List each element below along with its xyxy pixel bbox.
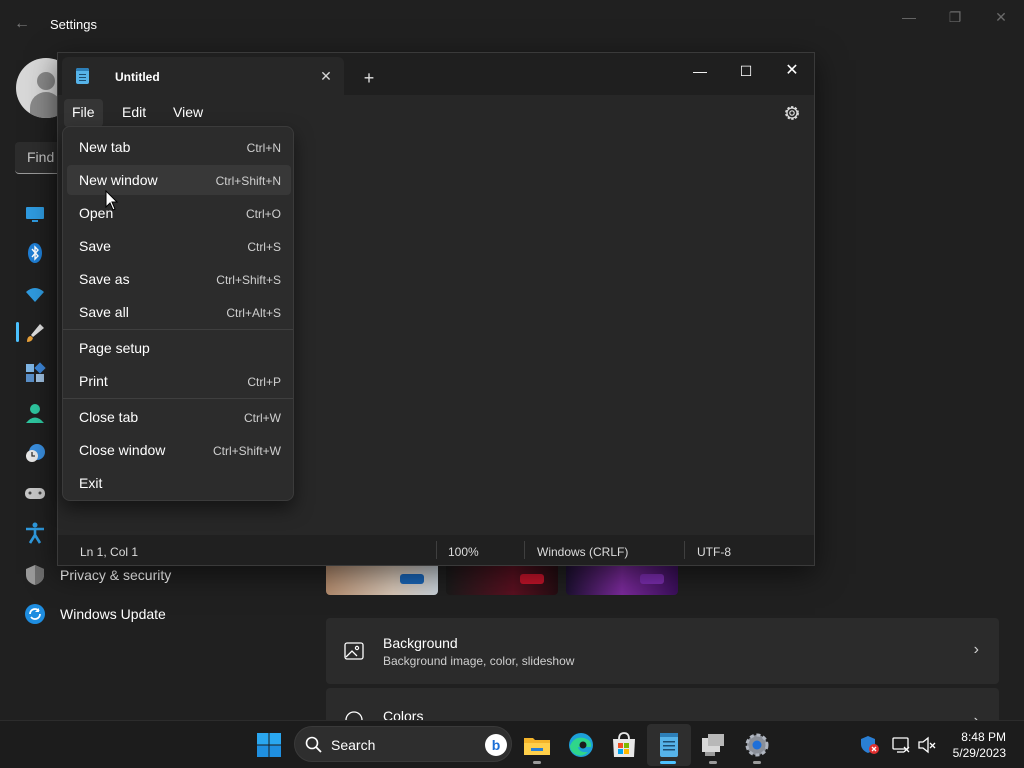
paintbrush-icon[interactable] — [24, 322, 46, 344]
accounts-icon[interactable] — [24, 402, 46, 424]
display-icon[interactable] — [24, 203, 46, 225]
time-language-icon[interactable] — [24, 442, 46, 464]
wifi-icon[interactable] — [24, 283, 46, 305]
file-menu: New tab Ctrl+N New window Ctrl+Shift+N O… — [62, 126, 294, 501]
minimize-icon[interactable]: — — [894, 8, 924, 26]
notepad-icon — [76, 68, 89, 84]
clock-date[interactable]: 5/29/2023 — [946, 746, 1006, 760]
active-indicator — [660, 761, 676, 764]
restore-icon[interactable]: ❐ — [940, 8, 970, 26]
nav-item-windows-update[interactable]: Windows Update — [24, 602, 166, 626]
new-tab-button[interactable]: + — [358, 67, 380, 89]
bluetooth-icon[interactable] — [24, 242, 46, 264]
menu-item-print[interactable]: Print Ctrl+P — [67, 366, 291, 396]
menu-item-new-tab[interactable]: New tab Ctrl+N — [67, 132, 291, 162]
status-bar: Ln 1, Col 1 100% Windows (CRLF) UTF-8 — [58, 535, 814, 565]
running-indicator — [753, 761, 761, 764]
volume-muted-icon[interactable] — [917, 735, 937, 755]
zoom-level[interactable]: 100% — [448, 545, 479, 559]
colors-card[interactable]: Colors › — [326, 688, 999, 720]
search-icon — [305, 736, 322, 753]
windows-update-icon — [25, 604, 45, 624]
gaming-icon[interactable] — [24, 482, 46, 504]
back-arrow-icon[interactable]: ← — [14, 14, 34, 34]
minimize-icon[interactable]: — — [677, 57, 723, 85]
theme-thumbnail[interactable] — [446, 565, 558, 595]
nav-item-label: Privacy & security — [60, 567, 172, 583]
menu-item-save-as[interactable]: Save as Ctrl+Shift+S — [67, 264, 291, 294]
theme-thumbnail[interactable] — [566, 565, 678, 595]
menu-view[interactable]: View — [165, 99, 211, 127]
chevron-right-icon: › — [973, 641, 979, 658]
gear-icon[interactable] — [782, 103, 802, 123]
taskbar-search[interactable]: Search b — [294, 726, 512, 762]
file-explorer-icon[interactable] — [522, 730, 552, 760]
start-icon[interactable] — [254, 730, 284, 760]
menu-separator — [63, 329, 293, 330]
settings-icon[interactable] — [742, 730, 772, 760]
store-icon[interactable] — [609, 730, 639, 760]
close-tab-icon[interactable]: ✕ — [316, 66, 336, 86]
menu-file[interactable]: File — [64, 99, 103, 127]
card-title: Background — [383, 635, 458, 651]
running-indicator — [709, 761, 717, 764]
tab-untitled[interactable]: Untitled ✕ — [62, 57, 344, 95]
shield-icon — [26, 565, 44, 585]
nav-item-privacy-security[interactable]: Privacy & security — [24, 563, 171, 587]
defender-warning-icon[interactable] — [860, 735, 880, 755]
menu-item-close-window[interactable]: Close window Ctrl+Shift+W — [67, 435, 291, 465]
chevron-right-icon: › — [974, 712, 979, 720]
maximize-icon[interactable]: ☐ — [723, 57, 769, 85]
remote-desktop-icon[interactable] — [698, 730, 728, 760]
search-label: Search — [331, 737, 376, 753]
mouse-cursor-icon — [105, 190, 119, 211]
close-icon[interactable]: ✕ — [769, 57, 815, 85]
taskbar: Search b 8:48 PM 5/29/2023 — [0, 720, 1024, 768]
nav-item-label: Windows Update — [60, 606, 166, 622]
close-icon[interactable]: ✕ — [986, 8, 1016, 26]
accessibility-icon[interactable] — [24, 522, 46, 544]
line-ending[interactable]: Windows (CRLF) — [537, 545, 628, 559]
cursor-position: Ln 1, Col 1 — [80, 545, 139, 559]
title-bar[interactable]: Untitled ✕ + — ☐ ✕ — [58, 53, 814, 95]
menu-item-close-tab[interactable]: Close tab Ctrl+W — [67, 402, 291, 432]
network-icon[interactable] — [891, 735, 911, 755]
bing-icon[interactable]: b — [485, 734, 507, 756]
menu-item-new-window[interactable]: New window Ctrl+Shift+N — [67, 165, 291, 195]
notepad-icon[interactable] — [654, 730, 684, 760]
theme-thumbnail[interactable] — [326, 565, 438, 595]
settings-title: Settings — [50, 17, 97, 32]
menu-separator — [63, 398, 293, 399]
menu-item-page-setup[interactable]: Page setup — [67, 333, 291, 363]
clock-time[interactable]: 8:48 PM — [950, 730, 1006, 744]
nav-selection-indicator — [16, 322, 19, 342]
picture-icon — [344, 642, 364, 660]
apps-icon[interactable] — [24, 362, 46, 384]
menu-edit[interactable]: Edit — [114, 99, 154, 127]
running-indicator — [533, 761, 541, 764]
tab-title: Untitled — [115, 70, 160, 84]
palette-icon — [345, 711, 363, 720]
menu-item-open[interactable]: Open Ctrl+O — [67, 198, 291, 228]
edge-icon[interactable] — [566, 730, 596, 760]
menu-item-save-all[interactable]: Save all Ctrl+Alt+S — [67, 297, 291, 327]
menu-item-exit[interactable]: Exit — [67, 468, 291, 498]
background-card[interactable]: Background Background image, color, slid… — [326, 618, 999, 684]
menu-item-save[interactable]: Save Ctrl+S — [67, 231, 291, 261]
encoding[interactable]: UTF-8 — [697, 545, 731, 559]
card-subtitle: Background image, color, slideshow — [383, 654, 575, 668]
card-title: Colors — [383, 708, 424, 720]
